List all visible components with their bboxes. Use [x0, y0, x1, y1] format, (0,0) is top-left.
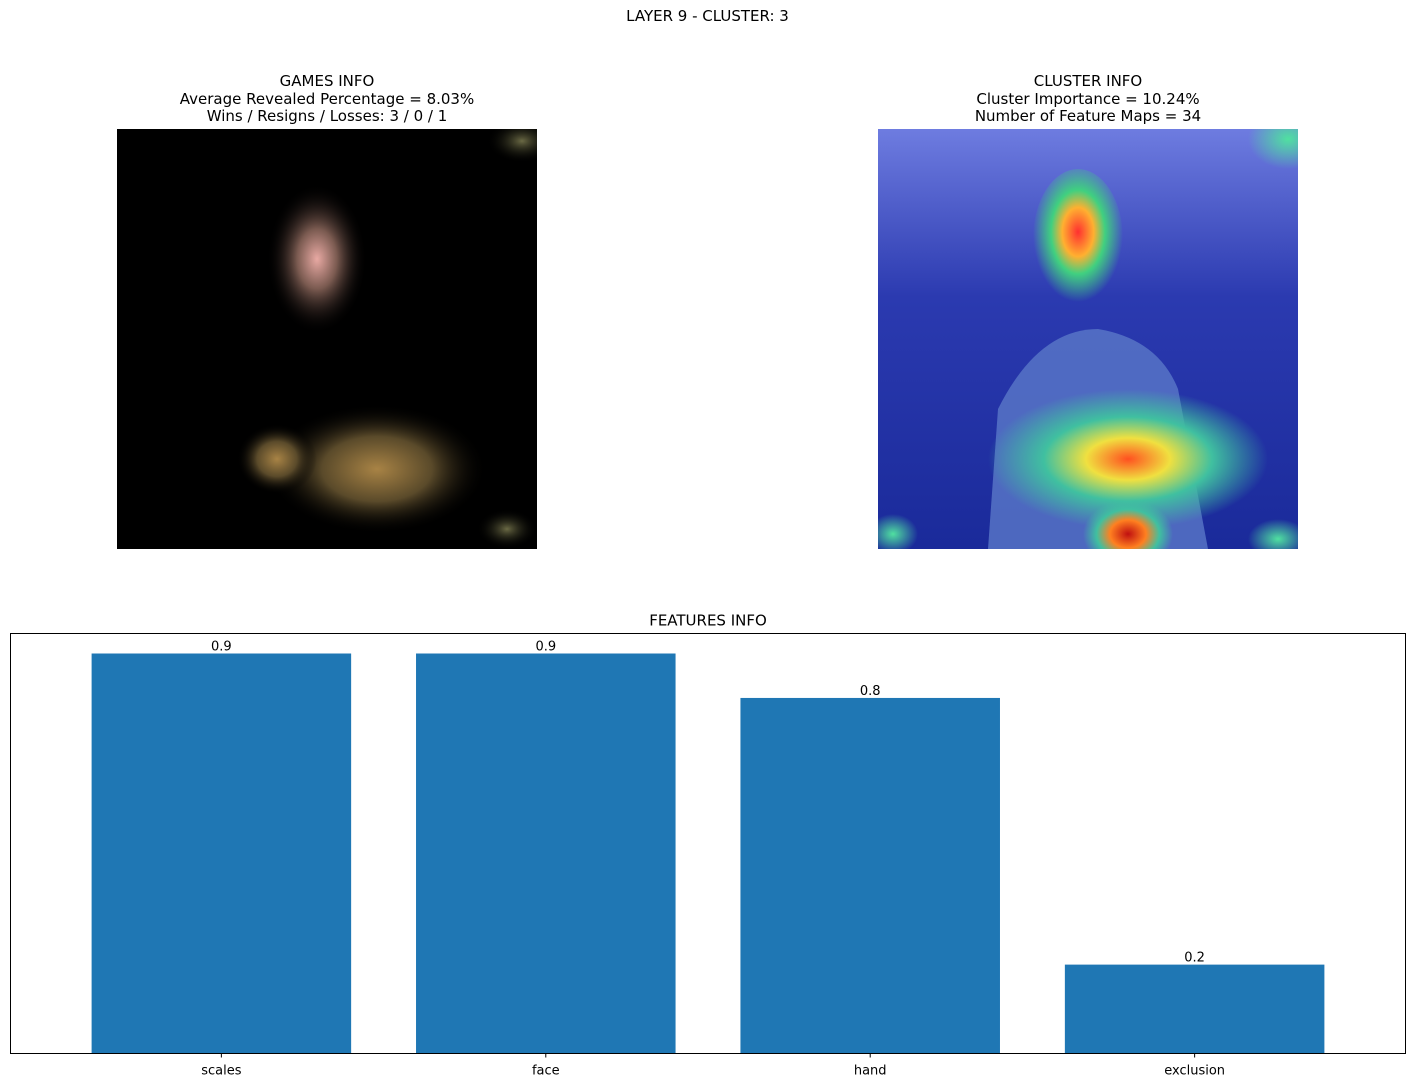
data-label-scales: 0.9	[211, 640, 232, 655]
bar-exclusion	[1064, 964, 1325, 1054]
x-tick-label-exclusion: exclusion	[1164, 1064, 1225, 1079]
features-bar-chart: FEATURES INFO 0.9 0.9 0.8 0.2 scales face han…	[10, 612, 1406, 1079]
bar-scales	[91, 653, 352, 1054]
data-label-exclusion: 0.2	[1184, 951, 1205, 966]
bar-hand	[740, 697, 1000, 1054]
x-tick-label-face: face	[532, 1064, 560, 1079]
x-tick-label-hand: hand	[854, 1064, 887, 1079]
data-label-hand: 0.8	[860, 684, 881, 699]
x-ticks-group: scales face hand exclusion	[201, 1053, 1225, 1079]
x-tick-label-scales: scales	[201, 1064, 241, 1079]
data-label-face: 0.9	[535, 640, 556, 655]
chart-title: FEATURES INFO	[649, 612, 767, 630]
bar-face	[416, 653, 676, 1054]
bars-group: 0.9 0.9 0.8 0.2	[91, 640, 1325, 1054]
